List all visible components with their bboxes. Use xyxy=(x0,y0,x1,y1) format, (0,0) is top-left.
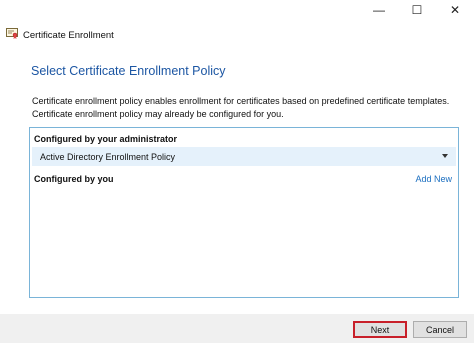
cancel-button[interactable]: Cancel xyxy=(413,321,467,338)
enrollment-policy-list: Configured by your administrator Active … xyxy=(29,127,459,298)
page-description: Certificate enrollment policy enables en… xyxy=(32,95,452,120)
title-bar: Certificate Enrollment xyxy=(6,26,114,44)
certificate-icon xyxy=(6,26,18,44)
admin-section-header: Configured by your administrator xyxy=(34,134,178,144)
user-section-header: Configured by you xyxy=(34,174,114,184)
chevron-down-icon[interactable] xyxy=(442,153,448,160)
window-controls: — ☐ ✕ xyxy=(360,0,474,20)
close-button[interactable]: ✕ xyxy=(436,0,474,20)
minimize-button[interactable]: — xyxy=(360,0,398,20)
next-button-label: Next xyxy=(370,324,390,335)
window-title: Certificate Enrollment xyxy=(23,29,114,41)
next-button[interactable]: Next xyxy=(353,321,407,338)
policy-name: Active Directory Enrollment Policy xyxy=(40,151,176,162)
cancel-button-label: Cancel xyxy=(425,324,454,335)
description-line: Certificate enrollment policy enables en… xyxy=(32,96,450,106)
maximize-button[interactable]: ☐ xyxy=(398,0,436,20)
description-line: Certificate enrollment policy may alread… xyxy=(32,108,284,119)
certificate-enrollment-window: — ☐ ✕ Certificate Enrollment Select Cert… xyxy=(0,0,474,343)
dialog-footer: Next Cancel xyxy=(0,314,474,343)
page-title: Select Certificate Enrollment Policy xyxy=(31,64,226,78)
policy-item-active-directory[interactable]: Active Directory Enrollment Policy xyxy=(32,147,456,166)
add-new-link[interactable]: Add New xyxy=(415,174,452,184)
